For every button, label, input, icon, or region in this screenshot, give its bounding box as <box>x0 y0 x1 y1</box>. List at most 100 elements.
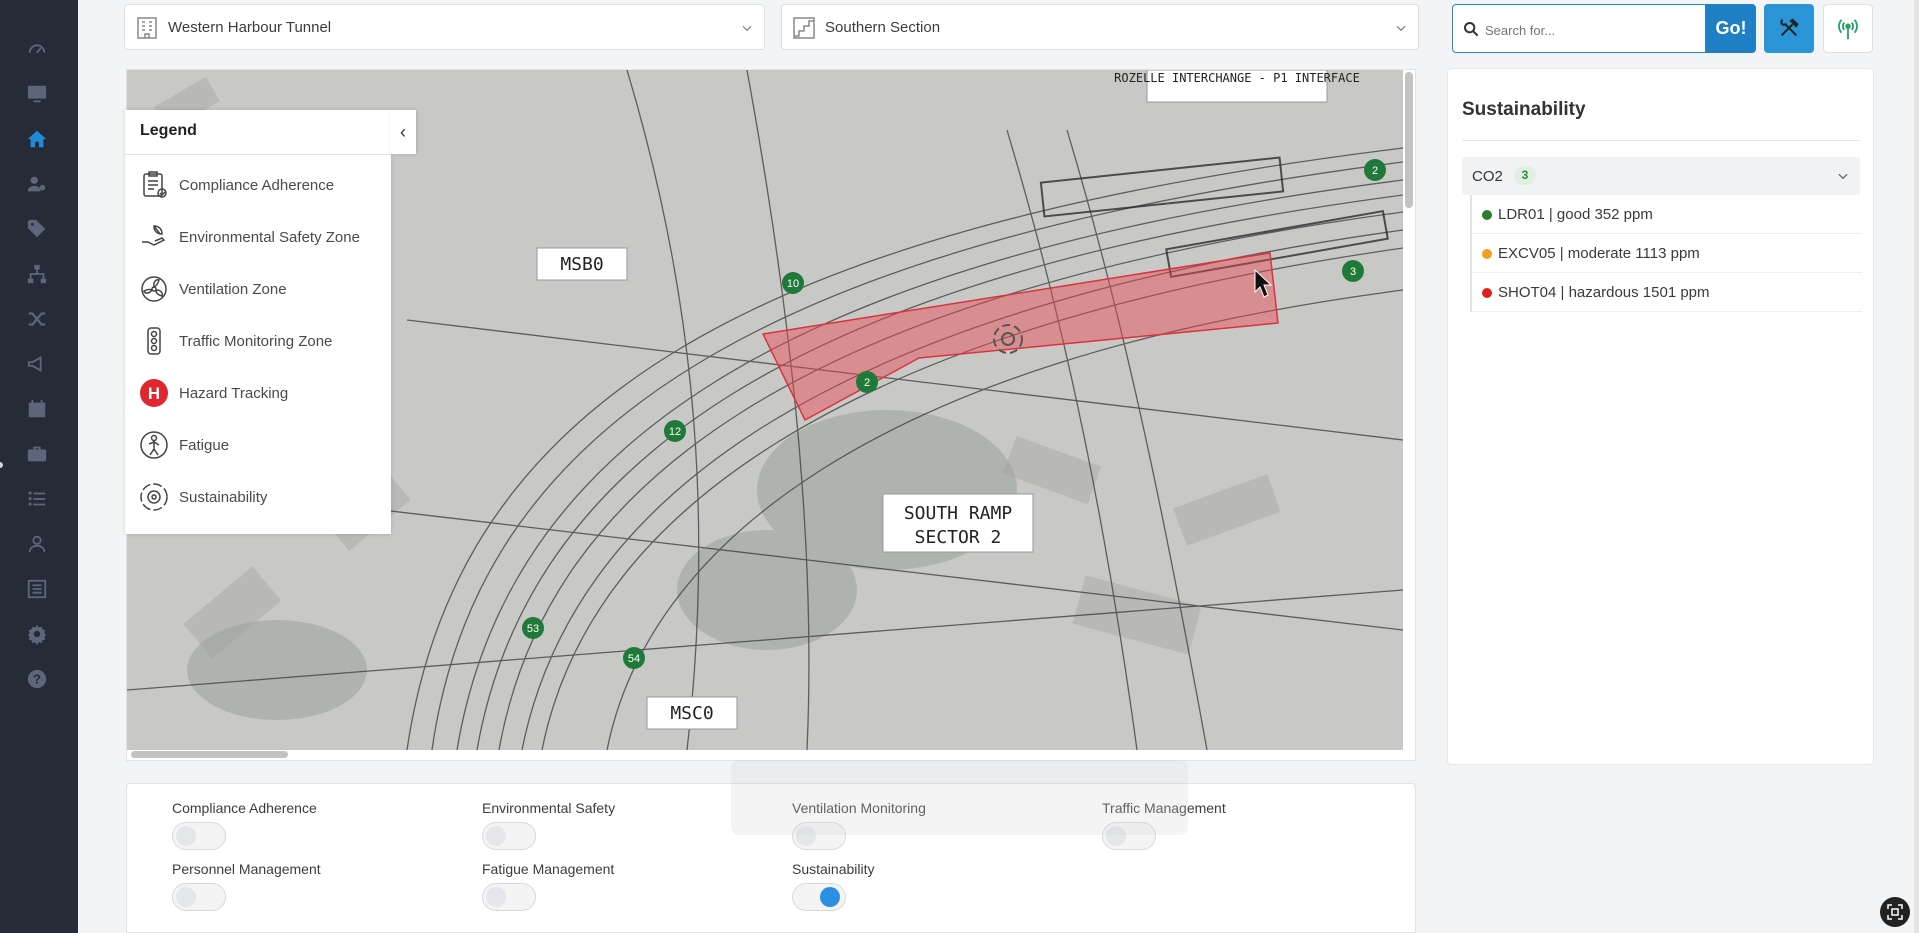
monitor-icon[interactable] <box>26 83 48 105</box>
map-marker[interactable]: 53 <box>522 617 544 639</box>
svg-text:10: 10 <box>787 278 799 290</box>
screenshot-button[interactable] <box>1880 897 1910 927</box>
toggle-switch[interactable] <box>792 883 846 911</box>
svg-text:54: 54 <box>628 653 640 665</box>
sensor-list: LDR01 | good 352 ppm EXCV05 | moderate 1… <box>1470 195 1862 312</box>
list-icon[interactable] <box>26 578 48 600</box>
ramp-label-line2: SECTOR 2 <box>915 527 1002 548</box>
interface-label: ROZELLE INTERCHANGE - P1 INTERFACE <box>1114 71 1360 85</box>
legend-item-fatigue: Fatigue <box>139 428 384 462</box>
section-select[interactable]: Southern Section <box>781 4 1419 50</box>
antenna-icon <box>1838 19 1858 40</box>
search-icon <box>1463 21 1479 37</box>
co2-accordion-header[interactable]: CO2 3 <box>1462 157 1860 195</box>
status-dot-icon <box>1482 288 1492 298</box>
checklist-icon[interactable] <box>26 488 48 510</box>
legend-header: Legend ‹ <box>125 110 416 155</box>
toggle-personnel: Personnel Management <box>172 861 472 913</box>
search-box <box>1452 4 1706 53</box>
calendar-icon[interactable] <box>26 398 48 420</box>
chevron-down-icon <box>1394 21 1408 35</box>
legend-title: Legend <box>140 122 197 139</box>
msbo-label: MSB0 <box>560 254 603 275</box>
map-vertical-scrollbar[interactable] <box>1405 72 1413 208</box>
legend-panel: Legend ‹ Compliance Adherence Environmen… <box>125 110 416 534</box>
shuffle-icon[interactable] <box>26 308 48 330</box>
svg-text:53: 53 <box>527 623 539 635</box>
hand-leaf-icon <box>139 222 169 252</box>
sidebar-nav: ? <box>0 0 78 933</box>
broadcast-button[interactable] <box>1823 4 1873 53</box>
sidebar-edge-handle[interactable] <box>0 462 3 468</box>
megaphone-icon[interactable] <box>26 353 48 375</box>
svg-text:?: ? <box>33 672 41 687</box>
legend-item-compliance: Compliance Adherence <box>139 168 384 202</box>
sustainability-panel: Sustainability CO2 3 LDR01 | good 352 pp… <box>1447 68 1874 765</box>
video-player-overlay <box>731 760 1188 835</box>
toggle-sustainability: Sustainability <box>792 861 1092 913</box>
map-marker[interactable]: 3 <box>1342 260 1364 282</box>
window-edge <box>1914 0 1919 933</box>
hazard-h-icon: H <box>139 378 169 408</box>
clipboard-check-icon <box>139 170 169 200</box>
tags-icon[interactable] <box>26 218 48 240</box>
toggle-compliance: Compliance Adherence <box>172 800 472 852</box>
fan-icon <box>139 274 169 304</box>
msco-label: MSC0 <box>670 703 713 724</box>
toggle-switch[interactable] <box>482 822 536 850</box>
svg-text:3: 3 <box>1350 266 1356 278</box>
legend-item-sustainability: Sustainability <box>139 480 384 514</box>
legend-item-ventilation: Ventilation Zone <box>139 272 384 306</box>
status-dot-icon <box>1482 210 1492 220</box>
toggle-switch[interactable] <box>172 822 226 850</box>
go-button[interactable]: Go! <box>1706 4 1756 53</box>
panel-divider <box>1462 140 1859 141</box>
scan-icon <box>1887 904 1903 920</box>
ramp-label-line1: SOUTH RAMP <box>904 503 1013 524</box>
speedometer-icon[interactable] <box>26 38 48 60</box>
map-marker[interactable]: 12 <box>664 420 686 442</box>
toggle-switch[interactable] <box>482 883 536 911</box>
sensor-item[interactable]: SHOT04 | hazardous 1501 ppm <box>1472 273 1862 312</box>
legend-item-traffic: Traffic Monitoring Zone <box>139 324 384 358</box>
map-marker[interactable]: 10 <box>782 272 804 294</box>
users-cog-icon[interactable] <box>26 173 48 195</box>
section-select-value: Southern Section <box>825 19 941 36</box>
stairs-icon <box>792 16 816 40</box>
home-icon[interactable] <box>26 128 48 150</box>
svg-text:2: 2 <box>1372 165 1378 177</box>
help-icon[interactable]: ? <box>26 668 48 690</box>
chevron-down-icon <box>1836 169 1850 183</box>
sensor-item[interactable]: EXCV05 | moderate 1113 ppm <box>1472 234 1862 273</box>
map-marker[interactable]: 2 <box>1364 159 1386 181</box>
project-select-value: Western Harbour Tunnel <box>168 19 332 36</box>
briefcase-icon[interactable] <box>26 443 48 465</box>
tools-button[interactable] <box>1764 4 1814 53</box>
sitemap-icon[interactable] <box>26 263 48 285</box>
map-horizontal-scrollbar[interactable] <box>131 751 288 758</box>
toggle-fatigue: Fatigue Management <box>482 861 782 913</box>
user-icon[interactable] <box>26 533 48 555</box>
svg-text:2: 2 <box>864 377 870 389</box>
status-dot-icon <box>1482 249 1492 259</box>
gear-icon[interactable] <box>26 623 48 645</box>
co2-label: CO2 <box>1472 168 1503 185</box>
search-input[interactable] <box>1483 17 1697 43</box>
legend-item-hazard: H Hazard Tracking <box>139 376 384 410</box>
toggle-switch[interactable] <box>172 883 226 911</box>
hammer-wrench-icon <box>1780 18 1799 37</box>
sustainability-cycle-icon <box>139 482 169 512</box>
building-icon <box>135 16 159 40</box>
svg-text:H: H <box>148 384 160 403</box>
traffic-light-icon <box>139 326 169 356</box>
sensor-item[interactable]: LDR01 | good 352 ppm <box>1472 195 1862 234</box>
legend-collapse-button[interactable]: ‹ <box>390 110 416 154</box>
panel-title: Sustainability <box>1462 99 1586 120</box>
chevron-down-icon <box>740 21 754 35</box>
map-marker[interactable]: 54 <box>623 647 645 669</box>
fatigue-worker-icon <box>139 430 169 460</box>
map-marker[interactable]: 2 <box>856 371 878 393</box>
co2-count-badge: 3 <box>1514 166 1536 185</box>
project-select[interactable]: Western Harbour Tunnel <box>124 4 765 50</box>
svg-text:12: 12 <box>669 426 681 438</box>
